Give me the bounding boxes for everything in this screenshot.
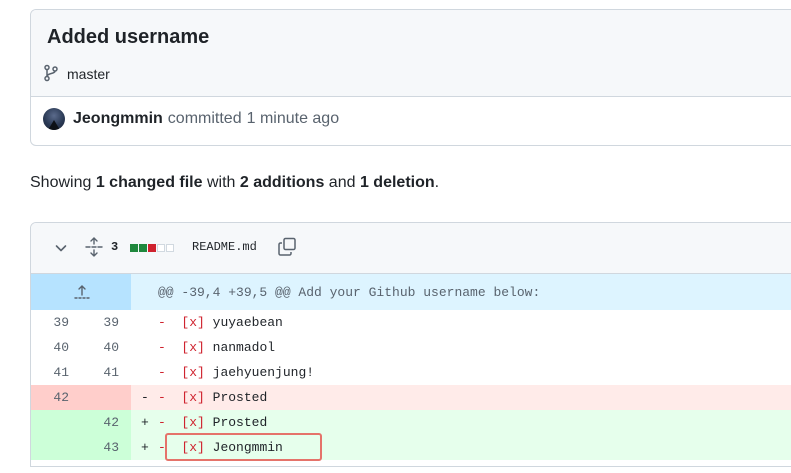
diff-code: - [x] yuyaebean [158, 310, 283, 335]
commit-box: Added username master Jeongmmin committe… [30, 9, 791, 146]
unfold-icon[interactable] [85, 237, 103, 262]
diffstat-bar [130, 244, 138, 252]
diff-code: - [x] Prosted [158, 410, 267, 435]
commit-title: Added username [47, 26, 210, 48]
branch-link[interactable]: master [43, 63, 110, 85]
author-name[interactable]: Jeongmmin [73, 110, 163, 128]
diff-row-addition: 42 + - [x] Prosted [31, 410, 791, 435]
avatar[interactable] [43, 108, 65, 130]
old-line-number[interactable]: 39 [31, 310, 69, 335]
file-diff: 3 README.md @@ -39,4 +39,5 @@ Add your G… [30, 222, 791, 467]
diffstat-bar [148, 244, 156, 252]
new-line-number[interactable]: 39 [81, 310, 119, 335]
old-line-number[interactable] [31, 435, 69, 460]
old-line-number[interactable] [31, 410, 69, 435]
change-count: 3 [111, 240, 119, 254]
username-text: yuyaebean [212, 315, 283, 330]
username-text: Prosted [212, 415, 268, 430]
checkbox-text: [x] [181, 340, 205, 355]
diff-code: - [x] nanmadol [158, 335, 275, 360]
checkbox-text: [x] [181, 365, 205, 380]
username-text: Prosted [212, 390, 268, 405]
list-dash: - [158, 315, 166, 330]
annotation-highlight-box [165, 433, 322, 461]
branch-name: master [67, 66, 110, 82]
commit-author-line: Jeongmmin committed 1 minute ago [43, 108, 339, 130]
new-line-number[interactable] [81, 385, 119, 410]
summary-and: and [328, 174, 356, 191]
list-dash: - [158, 415, 166, 430]
diff-row-addition: 43 + - [x] Jeongmmin [31, 435, 791, 460]
diff-summary: Showing 1 changed file with 2 additions … [30, 174, 439, 192]
hunk-header-text: @@ -39,4 +39,5 @@ Add your Github userna… [158, 285, 541, 300]
summary-deletions: 1 deletion [359, 174, 435, 191]
summary-changed-files[interactable]: 1 changed file [96, 174, 203, 191]
diffstat-bar [157, 244, 165, 252]
checkbox-text: [x] [181, 315, 205, 330]
checkbox-text: [x] [181, 415, 205, 430]
summary-suffix: . [434, 174, 440, 191]
diff-row: 39 39 - [x] yuyaebean [31, 310, 791, 335]
hunk-header: @@ -39,4 +39,5 @@ Add your Github userna… [31, 274, 791, 310]
new-line-number[interactable]: 41 [81, 360, 119, 385]
username-text: nanmadol [212, 340, 276, 355]
expand-up-button[interactable] [31, 274, 131, 310]
diff-row: 40 40 - [x] nanmadol [31, 335, 791, 360]
diffstat-bar [166, 244, 174, 252]
list-dash: - [158, 365, 166, 380]
commit-header: Added username master [31, 10, 791, 97]
summary-with: with [206, 174, 236, 191]
commit-action: committed [167, 110, 242, 127]
diff-code: - [x] jaehyuenjung! [158, 360, 314, 385]
diff-row-deletion: 42 - - [x] Prosted [31, 385, 791, 410]
old-line-number[interactable]: 42 [31, 385, 69, 410]
chevron-down-icon[interactable] [53, 240, 69, 261]
copy-icon[interactable] [277, 237, 297, 262]
diff-marker: - [141, 390, 149, 405]
diffstat-bar [139, 244, 147, 252]
commit-time[interactable]: 1 minute ago [247, 110, 340, 128]
diff-code: - [x] Prosted [158, 385, 267, 410]
username-text: jaehyuenjung! [212, 365, 315, 380]
diff-row: 41 41 - [x] jaehyuenjung! [31, 360, 791, 385]
summary-prefix: Showing [30, 174, 92, 191]
checkbox-text: [x] [181, 390, 205, 405]
new-line-number[interactable]: 40 [81, 335, 119, 360]
git-branch-icon [43, 64, 67, 85]
file-name[interactable]: README.md [192, 240, 257, 254]
new-line-number[interactable]: 42 [81, 410, 119, 435]
new-line-number[interactable]: 43 [81, 435, 119, 460]
diff-marker: + [141, 440, 149, 455]
list-dash: - [158, 390, 166, 405]
old-line-number[interactable]: 40 [31, 335, 69, 360]
file-header: 3 README.md [31, 223, 791, 274]
list-dash: - [158, 340, 166, 355]
summary-additions: 2 additions [239, 174, 325, 191]
diff-marker: + [141, 415, 149, 430]
expand-up-icon [74, 285, 90, 299]
diffstat-bars [130, 244, 175, 252]
old-line-number[interactable]: 41 [31, 360, 69, 385]
